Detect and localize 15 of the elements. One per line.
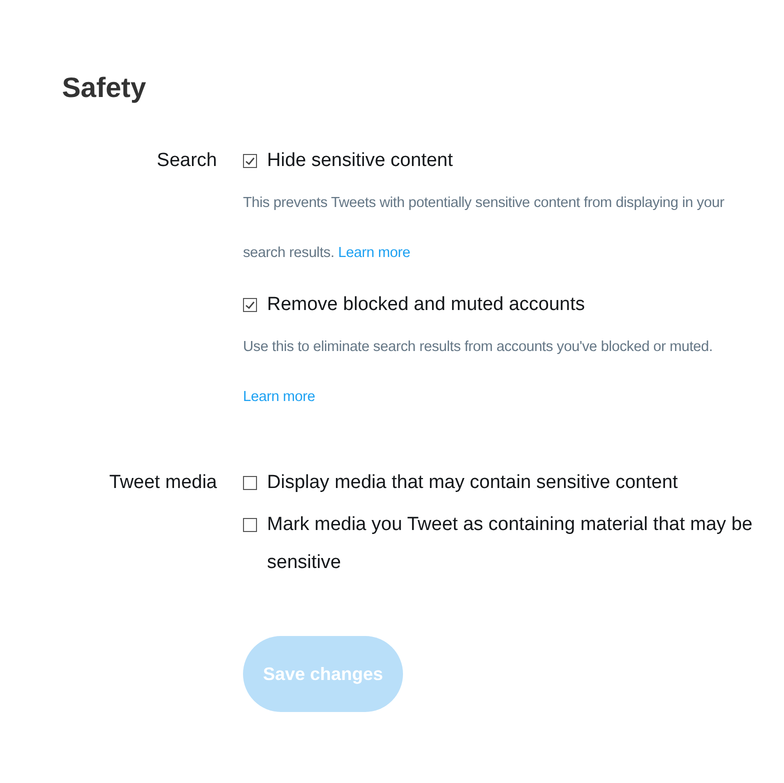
- learn-more-link[interactable]: Learn more: [243, 389, 316, 405]
- section-title: Safety: [62, 72, 146, 104]
- option-label: Display media that may contain sensitive content: [267, 471, 678, 495]
- checkbox[interactable]: [243, 518, 257, 532]
- option-label: Mark media you Tweet as containing material that may be sensitive: [267, 513, 754, 575]
- checkbox[interactable]: [243, 154, 257, 168]
- checkbox[interactable]: [243, 476, 257, 490]
- option-label: Remove blocked and muted accounts: [267, 293, 585, 317]
- option-description: Use this to eliminate search results from accounts you've blocked or muted. Learn more: [243, 338, 714, 407]
- learn-more-link[interactable]: Learn more: [338, 245, 410, 261]
- option-description: This prevents Tweets with potentially sensitive content from displaying in your search results. Learn more: [243, 194, 726, 263]
- section-label: Search: [156, 149, 218, 173]
- checkbox[interactable]: [243, 298, 257, 312]
- option-label: Hide sensitive content: [267, 149, 453, 173]
- section-label: Tweet media: [108, 471, 218, 495]
